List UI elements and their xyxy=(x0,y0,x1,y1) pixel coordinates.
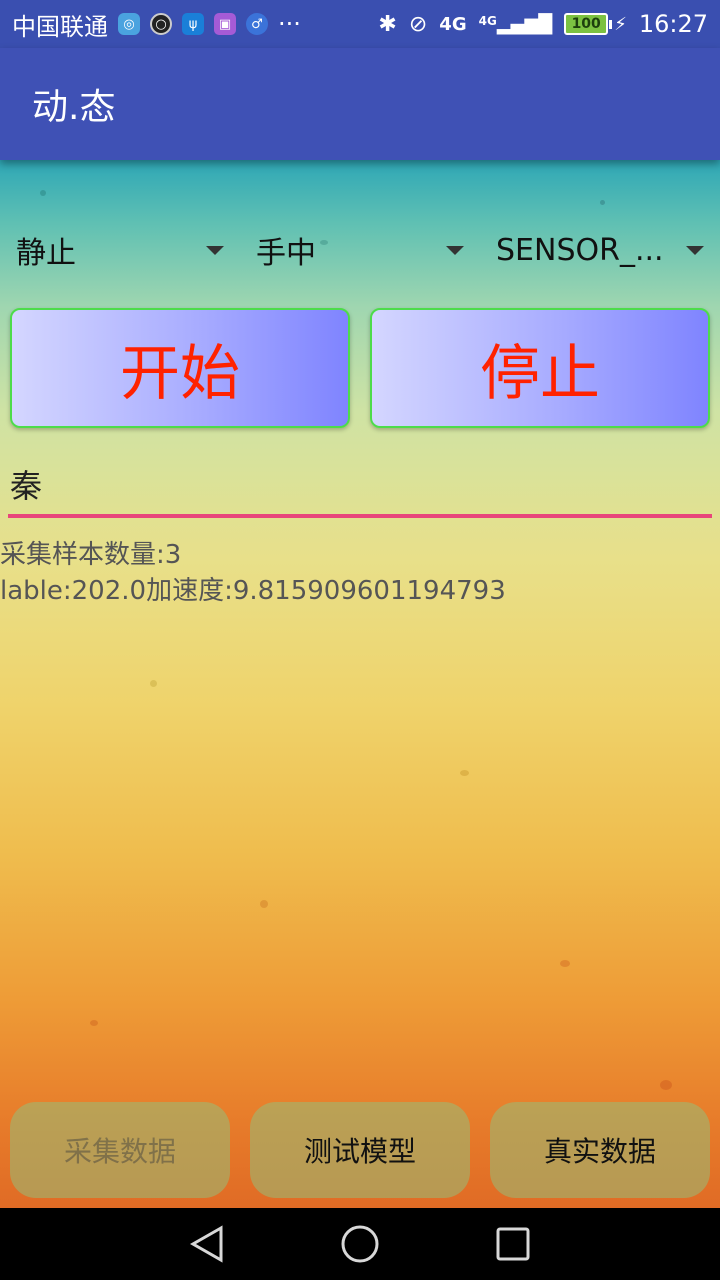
home-button[interactable] xyxy=(340,1224,380,1264)
back-button[interactable] xyxy=(187,1224,227,1264)
gallery-notification-icon: ▣ xyxy=(214,13,236,35)
main-content: 静止 手中 SENSOR_... 开始 停止 秦 采集样本数量:3 lable:… xyxy=(0,160,720,1208)
spinner-row: 静止 手中 SENSOR_... xyxy=(0,220,720,280)
browser-notification-icon: ◎ xyxy=(118,13,140,35)
clock: 16:27 xyxy=(638,10,708,38)
sensor-spinner[interactable]: SENSOR_... xyxy=(480,220,720,280)
status-bar: 中国联通 ◎ ○ ψ ▣ ♂ ··· ✱ ⊘ 4G 4G▂▄▆█ 100 ⚡ 1… xyxy=(0,0,720,48)
reading-text: lable:202.0加速度:9.815909601194793 xyxy=(0,576,506,606)
camera-notification-icon: ○ xyxy=(150,13,172,35)
sample-count-text: 采集样本数量:3 xyxy=(0,540,182,570)
position-spinner[interactable]: 手中 xyxy=(240,220,480,280)
dropdown-arrow-icon xyxy=(206,246,224,255)
start-button[interactable]: 开始 xyxy=(10,308,350,428)
recents-button[interactable] xyxy=(493,1224,533,1264)
state-spinner-value: 静止 xyxy=(16,236,76,271)
page-title: 动.态 xyxy=(32,87,116,128)
recents-icon xyxy=(496,1227,530,1261)
app-bar: 动.态 xyxy=(0,48,720,160)
battery-level: 100 xyxy=(564,13,609,35)
dropdown-arrow-icon xyxy=(446,246,464,255)
state-spinner[interactable]: 静止 xyxy=(0,220,240,280)
navigation-bar xyxy=(0,1208,720,1280)
battery-icon: 100 ⚡ xyxy=(564,13,627,35)
name-input[interactable]: 秦 xyxy=(8,460,712,518)
network-4g-label: 4G xyxy=(478,13,497,28)
more-notifications-icon: ··· xyxy=(278,10,301,38)
network-4g-icon: 4G xyxy=(439,13,467,35)
test-model-button[interactable]: 测试模型 xyxy=(250,1102,470,1198)
sensor-spinner-value: SENSOR_... xyxy=(496,232,664,268)
mute-icon: ⊘ xyxy=(408,11,428,37)
bluetooth-icon: ✱ xyxy=(378,11,397,37)
position-spinner-value: 手中 xyxy=(256,236,316,271)
signal-icon: 4G▂▄▆█ xyxy=(478,13,553,35)
dropdown-arrow-icon xyxy=(686,246,704,255)
real-data-button[interactable]: 真实数据 xyxy=(490,1102,710,1198)
collect-data-button[interactable]: 采集数据 xyxy=(10,1102,230,1198)
home-icon xyxy=(341,1225,379,1263)
stop-button[interactable]: 停止 xyxy=(370,308,710,428)
back-icon xyxy=(189,1225,223,1263)
usb-notification-icon: ψ xyxy=(182,13,204,35)
carrier-label: 中国联通 xyxy=(12,12,108,41)
app-notification-icon: ♂ xyxy=(246,13,268,35)
